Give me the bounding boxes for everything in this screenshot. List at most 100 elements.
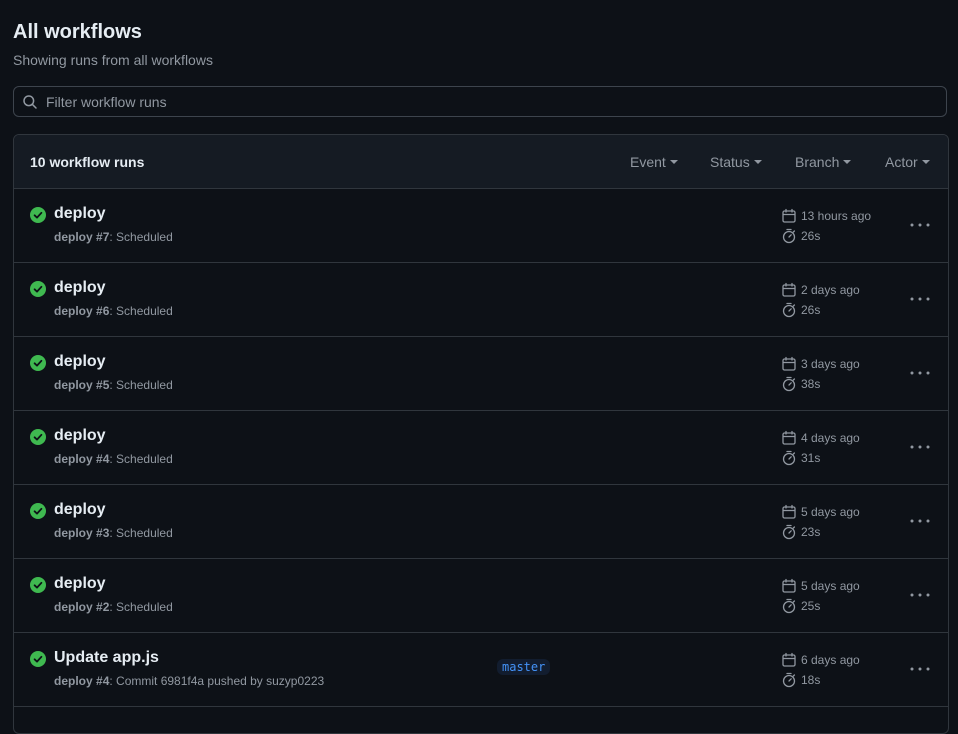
run-timestamp: 3 days ago bbox=[781, 356, 860, 373]
run-workflow-name: deploy #4 bbox=[54, 674, 109, 688]
run-detail: : Scheduled bbox=[109, 304, 173, 318]
run-title-link[interactable]: deploy bbox=[54, 353, 106, 371]
kebab-horizontal-icon bbox=[910, 593, 930, 597]
run-detail: : Commit 6981f4a pushed by suzyp0223 bbox=[109, 674, 325, 688]
workflow-run-row[interactable]: deploy deploy #4: Scheduled 4 days ago 3… bbox=[14, 411, 948, 485]
workflow-run-row[interactable]: deploy deploy #3: Scheduled 5 days ago 2… bbox=[14, 485, 948, 559]
run-number: #5 bbox=[96, 378, 110, 392]
run-timestamp: 5 days ago bbox=[781, 578, 860, 595]
actor-filter-dropdown[interactable]: Actor bbox=[885, 154, 930, 170]
workflow-run-row[interactable]: deploy deploy #2: Scheduled 5 days ago 2… bbox=[14, 559, 948, 633]
stopwatch-icon bbox=[782, 524, 796, 540]
success-check-icon bbox=[30, 651, 46, 667]
filter-workflow-runs-input[interactable] bbox=[46, 87, 926, 116]
run-duration-text: 26s bbox=[801, 303, 821, 318]
search-icon bbox=[22, 94, 38, 110]
more-options-button[interactable] bbox=[907, 513, 933, 529]
workflow-run-row[interactable]: Update app.js deploy #4: Commit 6981f4a … bbox=[14, 633, 948, 707]
workflow-run-row[interactable]: deploy deploy #7: Scheduled 13 hours ago… bbox=[14, 189, 948, 263]
run-workflow-label: deploy bbox=[54, 378, 93, 392]
run-duration: 38s bbox=[781, 376, 821, 393]
page-title: All workflows bbox=[13, 21, 142, 43]
run-duration-text: 26s bbox=[801, 229, 821, 244]
run-title-link[interactable]: Update app.js bbox=[54, 649, 159, 667]
more-options-button[interactable] bbox=[907, 661, 933, 677]
kebab-horizontal-icon bbox=[910, 297, 930, 301]
workflows-page: All workflows Showing runs from all work… bbox=[0, 0, 958, 734]
run-subtitle: deploy #5: Scheduled bbox=[54, 378, 173, 392]
run-when-text: 5 days ago bbox=[801, 505, 860, 520]
status-filter-dropdown[interactable]: Status bbox=[710, 154, 762, 170]
more-options-button[interactable] bbox=[907, 587, 933, 603]
run-subtitle: deploy #4: Scheduled bbox=[54, 452, 173, 466]
branch-filter-dropdown[interactable]: Branch bbox=[795, 154, 852, 170]
run-workflow-name: deploy #5 bbox=[54, 378, 109, 392]
run-title-link[interactable]: deploy bbox=[54, 279, 106, 297]
workflow-runs-list: 10 workflow runs Event Status Branch Act… bbox=[13, 134, 949, 734]
more-options-button[interactable] bbox=[907, 365, 933, 381]
run-subtitle: deploy #4: Commit 6981f4a pushed by suzy… bbox=[54, 674, 324, 688]
filter-search-box[interactable] bbox=[13, 86, 947, 117]
run-workflow-name: deploy #4 bbox=[54, 452, 109, 466]
run-timestamp: 5 days ago bbox=[781, 504, 860, 521]
run-timestamp: 6 days ago bbox=[781, 652, 860, 669]
calendar-icon bbox=[782, 430, 796, 445]
run-duration: 25s bbox=[781, 598, 821, 615]
run-workflow-label: deploy bbox=[54, 304, 93, 318]
run-detail: : Scheduled bbox=[109, 452, 173, 466]
run-detail: : Scheduled bbox=[109, 230, 173, 244]
run-title-link[interactable]: deploy bbox=[54, 427, 106, 445]
run-subtitle: deploy #2: Scheduled bbox=[54, 600, 173, 614]
run-duration: 18s bbox=[781, 672, 820, 689]
success-check-icon bbox=[30, 503, 46, 519]
run-detail: : Scheduled bbox=[109, 600, 173, 614]
run-subtitle: deploy #7: Scheduled bbox=[54, 230, 173, 244]
more-options-button[interactable] bbox=[907, 291, 933, 307]
page-subtitle: Showing runs from all workflows bbox=[13, 52, 213, 68]
run-workflow-label: deploy bbox=[54, 600, 93, 614]
run-title-link[interactable]: deploy bbox=[54, 501, 106, 519]
event-filter-dropdown[interactable]: Event bbox=[630, 154, 678, 170]
run-workflow-name: deploy #3 bbox=[54, 526, 109, 540]
more-options-button[interactable] bbox=[907, 217, 933, 233]
calendar-icon bbox=[782, 356, 796, 371]
branch-badge[interactable]: master bbox=[497, 659, 551, 675]
caret-down-icon bbox=[669, 160, 678, 165]
run-number: #4 bbox=[96, 674, 110, 688]
run-duration: 23s bbox=[781, 524, 820, 541]
run-subtitle: deploy #6: Scheduled bbox=[54, 304, 173, 318]
workflow-run-row[interactable]: deploy deploy #5: Scheduled 3 days ago 3… bbox=[14, 337, 948, 411]
run-title-link[interactable]: deploy bbox=[54, 205, 106, 223]
run-workflow-name: deploy #6 bbox=[54, 304, 109, 318]
run-when-text: 13 hours ago bbox=[801, 209, 872, 224]
run-number: #4 bbox=[96, 452, 110, 466]
kebab-horizontal-icon bbox=[910, 223, 930, 227]
success-check-icon bbox=[30, 355, 46, 371]
run-title-link[interactable]: deploy bbox=[54, 575, 106, 593]
stopwatch-icon bbox=[782, 302, 796, 318]
calendar-icon bbox=[782, 504, 796, 519]
run-when-text: 5 days ago bbox=[801, 579, 860, 594]
stopwatch-icon bbox=[782, 376, 796, 392]
success-check-icon bbox=[30, 429, 46, 445]
calendar-icon bbox=[782, 652, 796, 667]
run-number: #3 bbox=[96, 526, 110, 540]
more-options-button[interactable] bbox=[907, 439, 933, 455]
workflow-run-row[interactable]: deploy deploy #6: Scheduled 2 days ago 2… bbox=[14, 263, 948, 337]
success-check-icon bbox=[30, 281, 46, 297]
run-when-text: 6 days ago bbox=[801, 653, 860, 668]
runs-count: 10 workflow runs bbox=[30, 154, 145, 170]
run-detail: : Scheduled bbox=[109, 526, 173, 540]
kebab-horizontal-icon bbox=[910, 371, 930, 375]
calendar-icon bbox=[782, 578, 796, 593]
caret-down-icon bbox=[753, 160, 762, 165]
run-duration-text: 25s bbox=[801, 599, 821, 614]
run-workflow-label: deploy bbox=[54, 452, 93, 466]
event-filter-label: Event bbox=[630, 154, 666, 170]
caret-down-icon bbox=[921, 160, 930, 165]
calendar-icon bbox=[782, 208, 796, 223]
run-workflow-label: deploy bbox=[54, 526, 93, 540]
run-duration-text: 38s bbox=[801, 377, 821, 392]
caret-down-icon bbox=[843, 160, 852, 165]
run-workflow-label: deploy bbox=[54, 674, 93, 688]
